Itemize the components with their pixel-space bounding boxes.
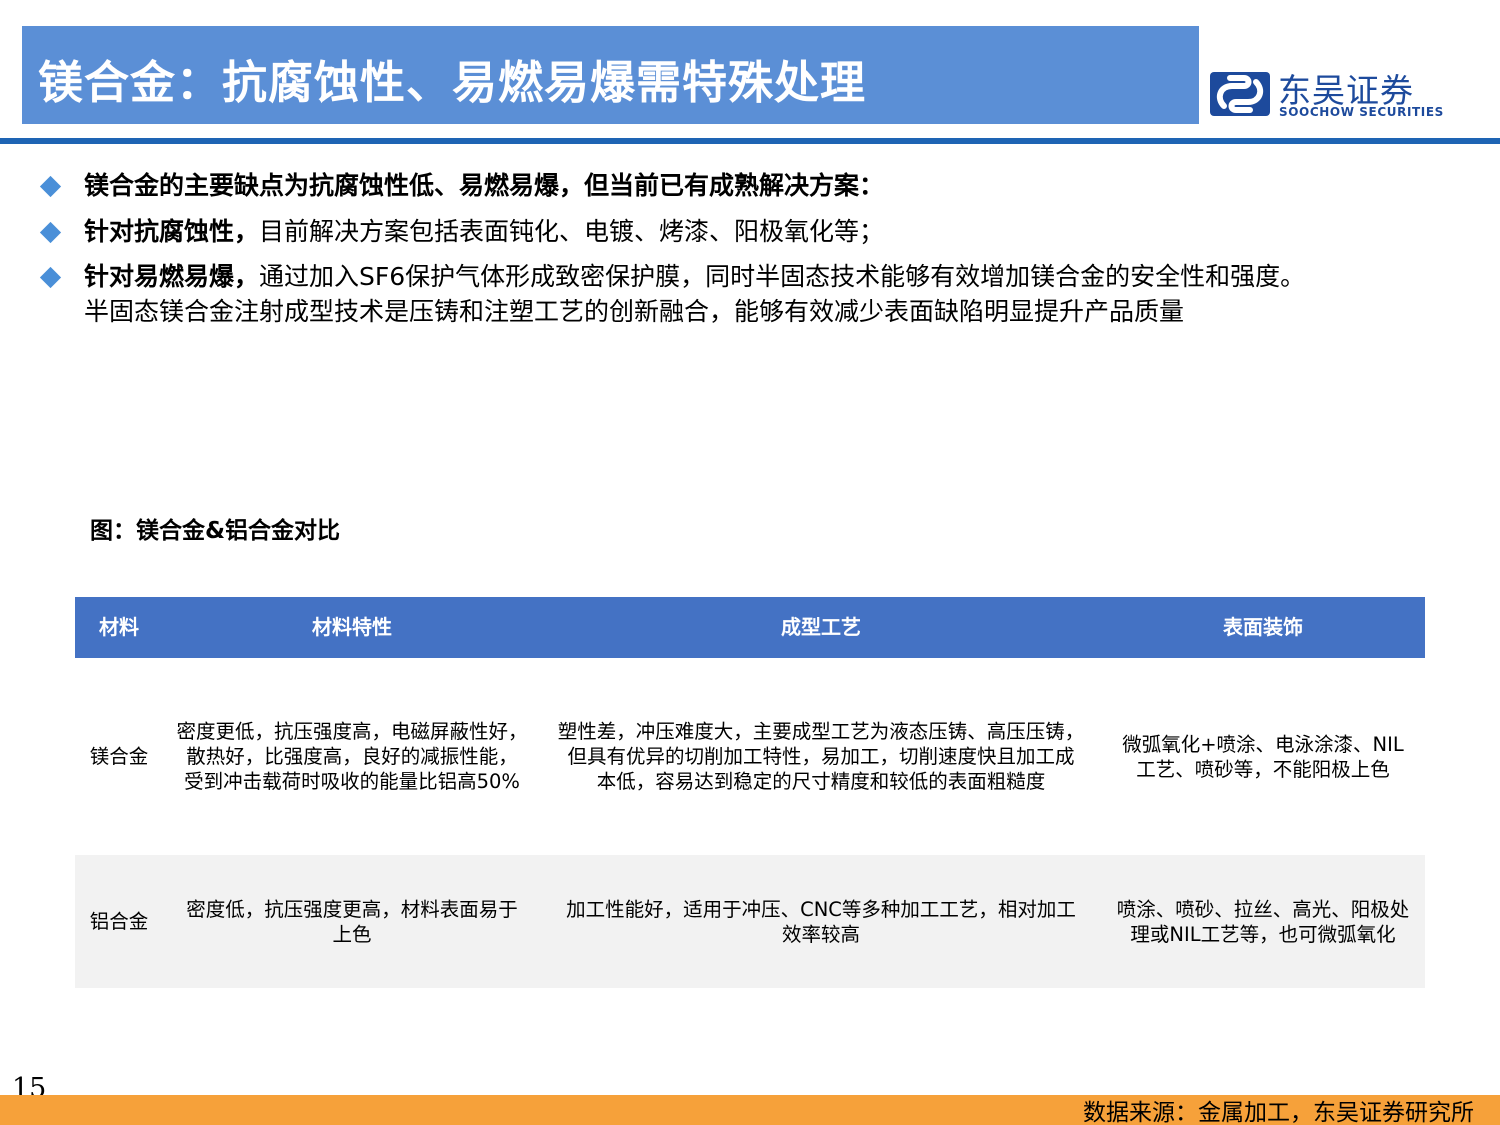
cell-material: 镁合金 bbox=[89, 745, 149, 768]
bullet-text: 通过加入SF6保护气体形成致密保护膜，同时半固态技术能够有效增加镁合金的安全性和… bbox=[259, 262, 1306, 291]
column-header-material: 材料 bbox=[99, 615, 139, 639]
title-bar: 镁合金：抗腐蚀性、易燃易爆需特殊处理 bbox=[22, 26, 1199, 124]
data-source-note: 数据来源：金属加工，东吴证券研究所 bbox=[1083, 1100, 1474, 1125]
table-row: 镁合金 密度更低，抗压强度高，电磁屏蔽性好， 散热好，比强度高，良好的减振性能，… bbox=[75, 658, 1425, 855]
bullet-continuation-text: 半固态镁合金注射成型技术是压铸和注塑工艺的创新融合，能够有效减少表面缺陷明显提升… bbox=[84, 297, 1185, 326]
logo-english-name: SOOCHOW SECURITIES bbox=[1279, 105, 1444, 119]
bullet-bold-text: 针对易燃易爆， bbox=[84, 262, 260, 291]
bullet-bold-text: 针对抗腐蚀性， bbox=[84, 217, 260, 246]
bullet-text: 目前解决方案包括表面钝化、电镀、烤漆、阳极氧化等； bbox=[259, 217, 885, 246]
header-divider bbox=[0, 138, 1500, 144]
column-header-properties: 材料特性 bbox=[312, 615, 392, 639]
cell-process: 加工性能好，适用于冲压、CNC等多种加工工艺，相对加工 效率较高 bbox=[566, 897, 1076, 946]
cell-properties: 密度更低，抗压强度高，电磁屏蔽性好， 散热好，比强度高，良好的减振性能， 受到冲… bbox=[176, 720, 528, 793]
soochow-logo-icon bbox=[1210, 72, 1270, 116]
table-header-row: 材料 材料特性 成型工艺 表面装饰 bbox=[75, 597, 1425, 658]
cell-process: 塑性差，冲压难度大，主要成型工艺为液态压铸、高压压铸， 但具有优异的切削加工特性… bbox=[557, 720, 1085, 793]
figure-caption: 图：镁合金&铝合金对比 bbox=[90, 518, 341, 544]
diamond-bullet-icon bbox=[39, 266, 62, 289]
diamond-bullet-icon bbox=[39, 175, 62, 198]
bullet-bold-text: 镁合金的主要缺点为抗腐蚀性低、易燃易爆，但当前已有成熟解决方案： bbox=[84, 171, 885, 200]
cell-finish: 微弧氧化+喷涂、电泳涂漆、NIL 工艺、喷砂等，不能阳极上色 bbox=[1122, 732, 1404, 781]
page-title: 镁合金：抗腐蚀性、易燃易爆需特殊处理 bbox=[38, 56, 867, 109]
cell-finish: 喷涂、喷砂、拉丝、高光、阳极处 理或NIL工艺等，也可微弧氧化 bbox=[1116, 897, 1410, 946]
table-row: 铝合金 密度低，抗压强度更高，材料表面易于 上色 加工性能好，适用于冲压、CNC… bbox=[75, 855, 1425, 988]
cell-properties: 密度低，抗压强度更高，材料表面易于 上色 bbox=[186, 897, 518, 946]
brand-logo: 东吴证券 SOOCHOW SECURITIES bbox=[1210, 68, 1450, 122]
diamond-bullet-icon bbox=[39, 221, 62, 244]
column-header-process: 成型工艺 bbox=[781, 615, 861, 639]
comparison-table: 材料 材料特性 成型工艺 表面装饰 镁合金 密度更低，抗压强度高，电磁屏蔽性好，… bbox=[75, 597, 1425, 988]
column-header-finish: 表面装饰 bbox=[1223, 615, 1303, 639]
cell-material: 铝合金 bbox=[89, 910, 149, 933]
